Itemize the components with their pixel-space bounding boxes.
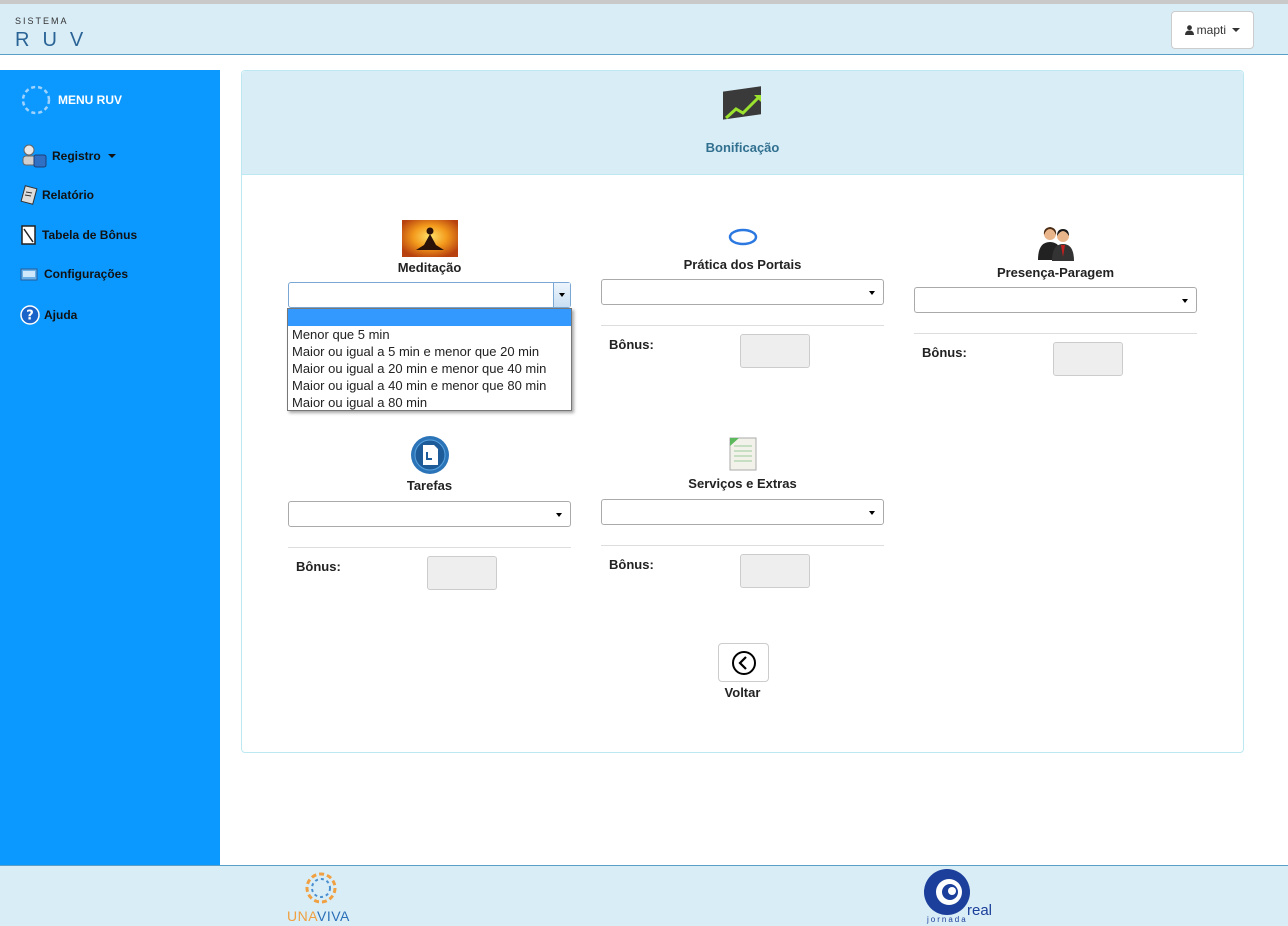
back-button[interactable]	[718, 643, 769, 682]
option-40-80[interactable]: Maior ou igual a 40 min e menor que 80 m…	[288, 377, 571, 394]
bonus-label: Bônus:	[922, 345, 967, 360]
sidebar-item-label: Tabela de Bônus	[42, 228, 138, 242]
divider	[288, 547, 571, 548]
chevron-down-icon	[559, 293, 565, 297]
sidebar-item-label: Registro	[52, 149, 101, 163]
brand-title[interactable]: RUV	[15, 29, 96, 52]
tasks-document-icon	[410, 436, 449, 474]
section-title: Serviços e Extras	[688, 476, 797, 491]
bonus-field	[427, 556, 497, 590]
bonus-label: Bônus:	[609, 337, 654, 352]
dropdown-toggle[interactable]	[553, 283, 570, 307]
unaviva-text-b: VIVA	[317, 908, 350, 924]
chevron-down-icon	[1182, 299, 1188, 303]
divider	[914, 333, 1197, 334]
option-20-40[interactable]: Maior ou igual a 20 min e menor que 40 m…	[288, 360, 571, 377]
section-title: Presença-Paragem	[996, 265, 1115, 280]
bonus-field	[740, 334, 810, 368]
meditation-icon	[401, 220, 458, 257]
meditacao-select[interactable]	[288, 282, 571, 308]
section-title: Tarefas	[406, 478, 453, 493]
user-name: mapti	[1196, 23, 1226, 37]
help-icon: ?	[20, 305, 40, 325]
chevron-down-icon	[1232, 28, 1240, 32]
option-80[interactable]: Maior ou igual a 80 min	[288, 394, 571, 411]
tarefas-select[interactable]	[288, 501, 571, 527]
chevron-down-icon	[556, 513, 562, 517]
sidebar-item-ajuda[interactable]: ? Ajuda	[20, 305, 77, 325]
sidebar-item-label: Ajuda	[44, 308, 78, 322]
section-title: Meditação	[397, 260, 462, 275]
unaviva-text-a: UNA	[287, 908, 318, 924]
table-icon	[21, 225, 36, 245]
real-text: real	[967, 902, 993, 919]
unaviva-logo: UNAVIVA	[287, 868, 357, 926]
bonus-label: Bônus:	[609, 557, 654, 572]
portal-ring-icon	[728, 228, 757, 246]
brand-subtitle: SISTEMA	[15, 16, 69, 26]
section-title: Prática dos Portais	[683, 257, 802, 272]
jornada-swirl-icon	[924, 869, 970, 915]
bonus-field	[740, 554, 810, 588]
sidebar-menu-header: MENU RUV	[20, 84, 122, 116]
user-icon	[1184, 25, 1194, 35]
bonus-label: Bônus:	[296, 559, 341, 574]
user-register-icon	[22, 144, 47, 168]
unaviva-text: UNAVIVA	[287, 908, 350, 924]
servicos-extras-select[interactable]	[601, 499, 884, 525]
divider	[601, 325, 884, 326]
sidebar: MENU RUV Registro Relatório Tabela de Bô…	[0, 70, 220, 865]
sidebar-item-label: Configurações	[44, 267, 129, 281]
divider	[601, 545, 884, 546]
meditacao-options-list: Menor que 5 min Maior ou igual a 5 min e…	[287, 308, 572, 411]
option-empty[interactable]	[288, 309, 571, 326]
sidebar-item-configuracoes[interactable]: Configurações	[20, 266, 128, 282]
pratica-portais-select[interactable]	[601, 279, 884, 305]
header-bar: SISTEMA RUV mapti	[0, 4, 1288, 55]
presenca-paragem-select[interactable]	[914, 287, 1197, 313]
sidebar-item-tabela-bonus[interactable]: Tabela de Bônus	[20, 225, 137, 245]
chevron-left-circle-icon	[732, 651, 756, 675]
back-label: Voltar	[724, 685, 761, 700]
sidebar-item-registro[interactable]: Registro	[20, 142, 116, 170]
ring-logo-icon	[21, 85, 51, 115]
sidebar-item-relatorio[interactable]: Relatório	[20, 185, 94, 205]
jornada-real-logo: real jornada	[923, 868, 1003, 926]
jornada-text: jornada	[927, 915, 968, 924]
settings-icon	[20, 268, 38, 281]
panel-title: Bonificação	[705, 140, 780, 155]
bonus-field	[1053, 342, 1123, 376]
user-menu-button[interactable]: mapti	[1170, 11, 1254, 49]
panel-header: Bonificação	[242, 71, 1243, 175]
option-menor-5[interactable]: Menor que 5 min	[288, 326, 571, 343]
unaviva-ring-icon	[305, 872, 337, 904]
option-5-20[interactable]: Maior ou igual a 5 min e menor que 20 mi…	[288, 343, 571, 360]
bonus-panel: Bonificação Meditação Prática dos Portai…	[241, 70, 1244, 753]
notes-icon	[729, 437, 756, 471]
chevron-down-icon	[869, 291, 875, 295]
people-icon	[1037, 227, 1074, 261]
sidebar-item-label: Relatório	[42, 188, 95, 202]
report-icon	[20, 185, 38, 205]
sidebar-title: MENU RUV	[58, 93, 123, 107]
growth-chart-icon	[723, 86, 762, 120]
chevron-down-icon	[107, 154, 116, 158]
chevron-down-icon	[869, 511, 875, 515]
svg-text:?: ?	[26, 309, 34, 324]
footer: UNAVIVA real jornada	[0, 865, 1288, 926]
